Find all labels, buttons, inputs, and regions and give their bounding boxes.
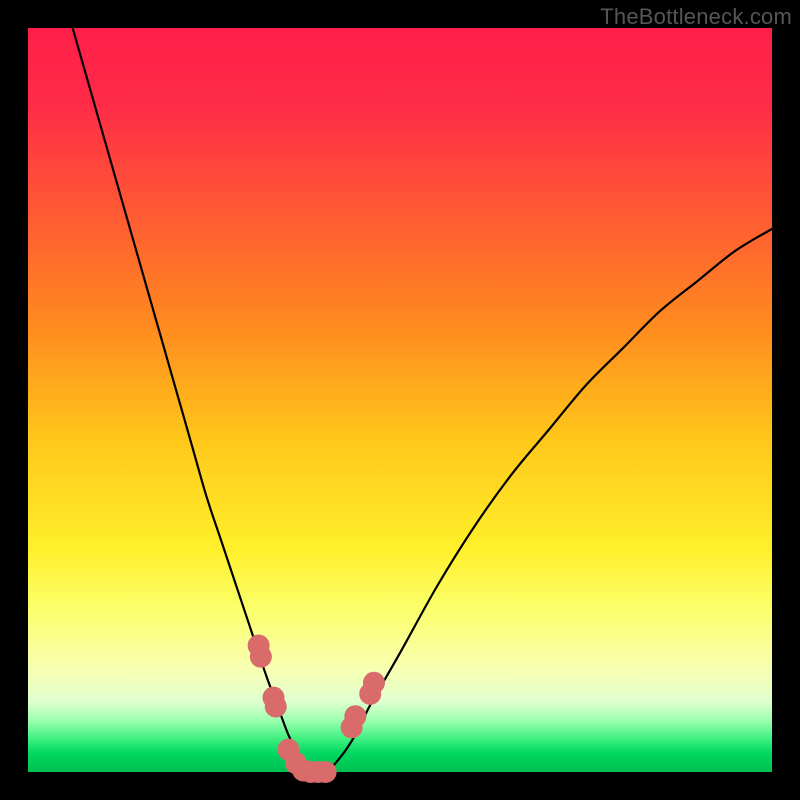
chart-frame: TheBottleneck.com [0,0,800,800]
highlight-point [265,696,287,718]
highlight-point [363,672,385,694]
highlight-point [315,761,337,783]
highlight-point [250,646,272,668]
watermark-text: TheBottleneck.com [600,4,792,30]
bottleneck-chart [0,0,800,800]
plot-background [28,28,772,772]
highlight-point [344,705,366,727]
